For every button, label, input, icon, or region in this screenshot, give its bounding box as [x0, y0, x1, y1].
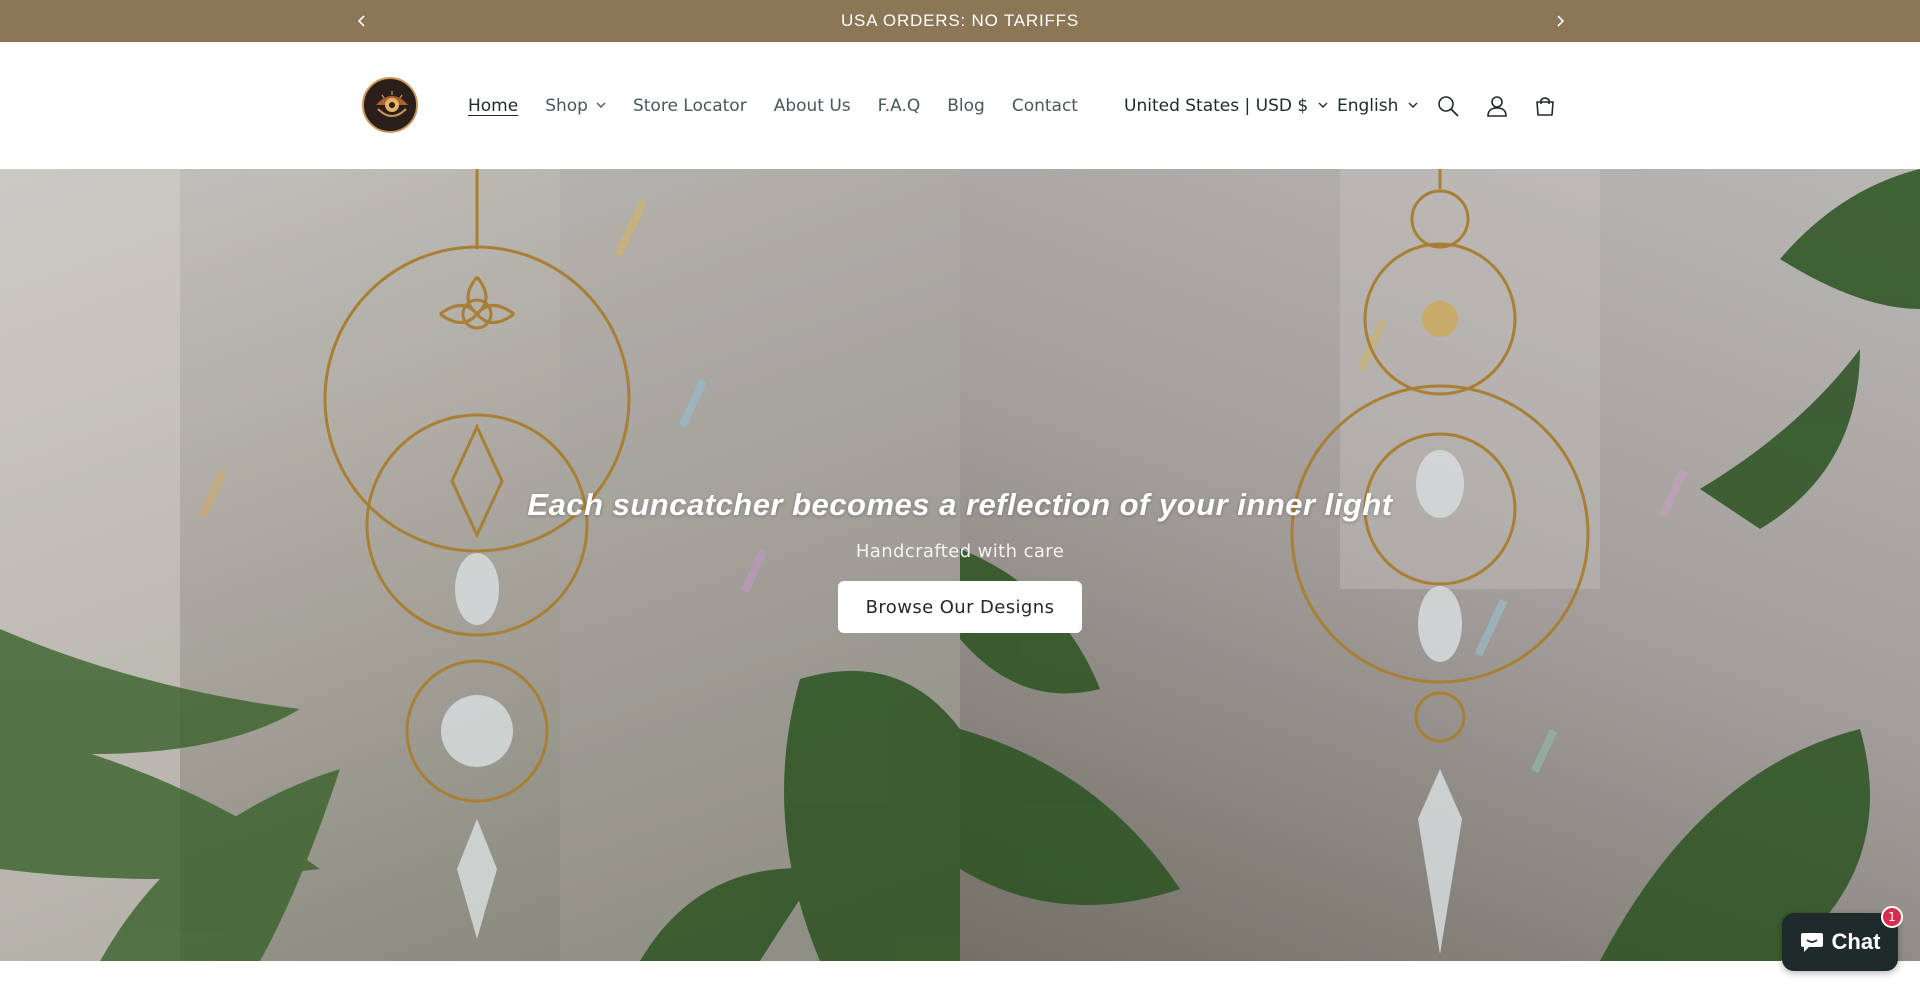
- search-icon[interactable]: [1434, 92, 1462, 120]
- hero-banner: Each suncatcher becomes a reflection of …: [0, 169, 1920, 961]
- nav-item-contact[interactable]: Contact: [1012, 96, 1078, 116]
- cart-icon[interactable]: [1531, 92, 1559, 120]
- chat-label: Chat: [1831, 929, 1881, 954]
- account-icon[interactable]: [1483, 92, 1511, 120]
- nav-item-faq[interactable]: F.A.Q: [878, 96, 921, 116]
- site-header: Home Shop Store Locator About Us F.A.Q B…: [0, 42, 1920, 169]
- hero-content: Each suncatcher becomes a reflection of …: [0, 487, 1920, 633]
- chevron-down-icon: [1318, 102, 1328, 108]
- main-navigation: Home Shop Store Locator About Us F.A.Q B…: [468, 42, 1105, 169]
- sun-aura-logo[interactable]: [362, 77, 418, 133]
- chevron-down-icon: [1408, 102, 1418, 108]
- chat-widget-button[interactable]: Chat 1: [1782, 906, 1903, 971]
- chevron-left-icon[interactable]: [350, 9, 374, 33]
- nav-item-about-us[interactable]: About Us: [774, 96, 851, 116]
- nav-item-shop[interactable]: Shop: [545, 96, 606, 116]
- hero-subheading: Handcrafted with care: [855, 541, 1065, 562]
- chevron-down-icon: [596, 102, 606, 108]
- browse-designs-button[interactable]: Browse Our Designs: [838, 581, 1082, 633]
- nav-item-store-locator[interactable]: Store Locator: [633, 96, 747, 116]
- language-selector[interactable]: English: [1337, 42, 1418, 169]
- hero-heading: Each suncatcher becomes a reflection of …: [527, 487, 1393, 522]
- country-currency-selector[interactable]: United States | USD $: [1124, 42, 1328, 169]
- chat-bubble-icon: [1800, 933, 1823, 952]
- chat-notification-badge: 1: [1881, 906, 1903, 928]
- nav-item-blog[interactable]: Blog: [947, 96, 985, 116]
- chevron-right-icon[interactable]: [1548, 9, 1572, 33]
- announcement-text: USA ORDERS: NO TARIFFS: [840, 11, 1079, 30]
- nav-item-home[interactable]: Home: [468, 96, 518, 116]
- announcement-bar: USA ORDERS: NO TARIFFS: [0, 0, 1920, 42]
